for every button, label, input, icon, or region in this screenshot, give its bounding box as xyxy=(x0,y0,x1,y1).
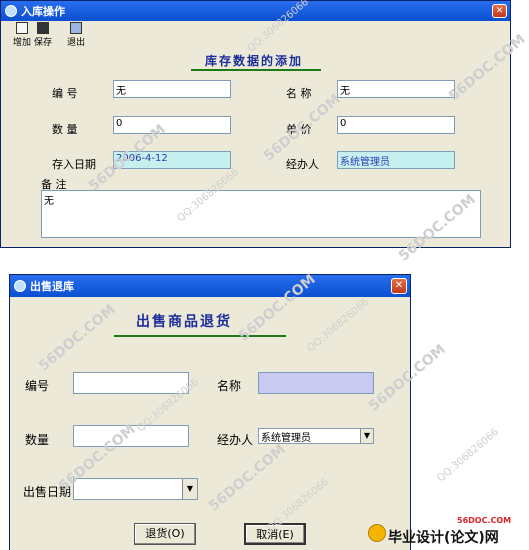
label-handler: 经办人 xyxy=(286,158,319,171)
label-price: 单 价 xyxy=(286,123,312,136)
heading-underline xyxy=(114,335,286,337)
return-button[interactable]: 退货(O) xyxy=(134,523,196,545)
heading-underline xyxy=(191,69,321,71)
close-button[interactable]: ✕ xyxy=(391,278,407,294)
close-button[interactable]: ✕ xyxy=(492,4,507,18)
label-handler: 经办人 xyxy=(217,433,254,447)
footer-text: 毕业设计(论文)网 xyxy=(388,530,499,546)
toolbar-exit-button[interactable]: 退出 xyxy=(65,21,87,49)
watermark: QQ:306826066 xyxy=(435,426,501,485)
remark-textarea[interactable]: 无 xyxy=(41,190,481,238)
window-title: 入库操作 xyxy=(21,5,65,18)
label-name: 名 称 xyxy=(286,87,312,100)
label-code: 编 号 xyxy=(52,87,78,100)
date-field[interactable]: 2006-4-12 xyxy=(113,151,231,169)
label-name: 名称 xyxy=(217,379,242,393)
toolbar-save-button[interactable]: 保存 xyxy=(32,21,54,49)
toolbar-label: 增加 xyxy=(12,38,31,48)
label-sale-date: 出售日期 xyxy=(23,485,72,499)
form-heading: 库存数据的添加 xyxy=(205,54,304,68)
form-heading: 出售商品退货 xyxy=(136,314,232,330)
window-sale-return: 出售退库 ✕ 出售商品退货 编号 名称 数量 经办人 系统管理员 ▼ 出售日期 … xyxy=(9,274,411,550)
new-file-icon xyxy=(16,22,28,34)
window-title: 出售退库 xyxy=(30,280,74,293)
label-date: 存入日期 xyxy=(52,158,96,171)
label-code: 编号 xyxy=(25,379,50,393)
quantity-field[interactable]: 0 xyxy=(113,116,231,134)
handler-selected-value: 系统管理员 xyxy=(261,433,311,444)
footer-logo: 56DOC.COM 毕业设计(论文)网 xyxy=(366,514,528,550)
label-quantity: 数 量 xyxy=(52,123,78,136)
title-bar: 入库操作 ✕ xyxy=(1,1,510,21)
app-icon xyxy=(5,5,17,17)
floppy-disk-icon xyxy=(37,22,49,34)
name-field[interactable]: 无 xyxy=(337,80,455,98)
name-field[interactable] xyxy=(258,372,374,394)
toolbar-add-button[interactable]: 增加 xyxy=(11,21,33,49)
pencil-icon xyxy=(368,524,386,542)
toolbar-label: 保存 xyxy=(33,38,52,48)
app-icon xyxy=(14,280,26,292)
exit-door-icon xyxy=(70,22,82,34)
title-bar: 出售退库 ✕ xyxy=(10,275,410,297)
code-input[interactable] xyxy=(73,372,189,394)
toolbar-label: 退出 xyxy=(66,38,85,48)
chevron-down-icon[interactable]: ▼ xyxy=(182,479,197,499)
sale-date-picker[interactable]: ▼ xyxy=(73,478,198,500)
cancel-button[interactable]: 取消(E) xyxy=(244,523,306,545)
quantity-input[interactable] xyxy=(73,425,189,447)
chevron-down-icon[interactable]: ▼ xyxy=(360,429,373,443)
footer-site: 56DOC.COM xyxy=(457,516,512,525)
window-stock-in: 入库操作 ✕ 增加 保存 退出 库存数据的添加 编 号 无 名 称 无 数 量 … xyxy=(0,0,511,248)
handler-select[interactable]: 系统管理员 ▼ xyxy=(258,428,374,444)
label-quantity: 数量 xyxy=(25,433,50,447)
price-field[interactable]: 0 xyxy=(337,116,455,134)
code-field[interactable]: 无 xyxy=(113,80,231,98)
handler-field[interactable]: 系统管理员 xyxy=(337,151,455,169)
